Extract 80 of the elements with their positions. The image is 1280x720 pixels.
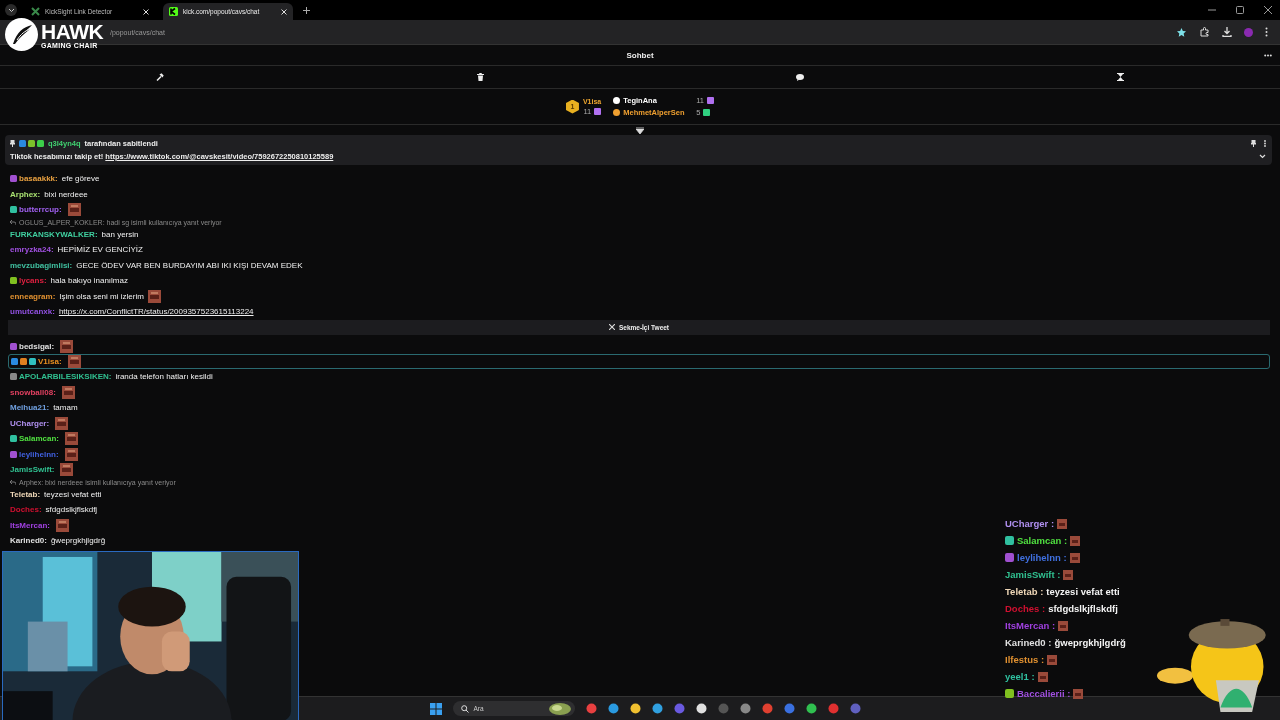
username[interactable]: ItsMercan: <box>10 520 50 530</box>
username: yeel1 : <box>1005 671 1035 682</box>
search-icon <box>460 704 469 713</box>
message-text: ğweprgkhjlgdrğ <box>1054 637 1126 648</box>
message-text: hala bakıyo inanılmaz <box>50 276 128 286</box>
username[interactable]: emryzka24: <box>10 245 54 255</box>
username[interactable]: bedsigal: <box>19 341 55 351</box>
message-text: bixi nerdeee <box>44 189 88 199</box>
username: leylihelnn : <box>1017 552 1067 563</box>
pin-icon <box>10 140 15 147</box>
username[interactable]: FURKANSKYWALKER: <box>10 229 98 239</box>
message-text: teyzesi vefat etti <box>44 489 102 499</box>
star-icon[interactable] <box>1177 27 1186 37</box>
x-logo-icon <box>608 324 615 330</box>
message-text: iranda telefon hatları kesildi <box>115 372 213 382</box>
menu-icon[interactable] <box>1265 27 1268 37</box>
username[interactable]: butterrcup: <box>19 205 62 215</box>
username: Salamcan : <box>1017 535 1068 546</box>
download-icon[interactable] <box>1222 27 1232 37</box>
username: ItsMercan : <box>1005 620 1056 631</box>
username: Karined0 : <box>1005 637 1052 648</box>
speech-bubble-icon[interactable] <box>796 73 804 81</box>
username[interactable]: Arphex: <box>10 189 41 199</box>
username[interactable]: UCharger: <box>10 418 50 428</box>
hammer-icon[interactable] <box>156 73 164 81</box>
username[interactable]: JamisSwift: <box>10 465 55 475</box>
app-icon[interactable] <box>629 703 641 714</box>
app-icon[interactable] <box>805 703 817 714</box>
cross-icon <box>31 7 40 16</box>
username[interactable]: Meihua21: <box>10 403 50 413</box>
link[interactable]: https://x.com/ConflictTR/status/2009357523615113224 <box>58 307 254 317</box>
username: UCharger : <box>1005 518 1055 529</box>
username: Ilfestus : <box>1005 654 1045 665</box>
message-text: sfdgdslkjflskdfj <box>1048 603 1118 614</box>
reply-icon <box>10 219 16 225</box>
message-text: Işim olsa seni mi izlerim <box>59 291 144 301</box>
message-text: ğweprgkhjlgdrğ <box>50 536 106 546</box>
more-icon[interactable] <box>1264 54 1272 57</box>
username[interactable]: mevzubagimlisi: <box>10 260 73 270</box>
message-text: HEPİMİZ EV GENCİYİZ <box>57 245 143 255</box>
username[interactable]: V1isa: <box>38 357 62 366</box>
username: Doches : <box>1005 603 1046 614</box>
message-text: efe göreve <box>61 174 100 184</box>
reply-icon <box>10 479 16 485</box>
username[interactable]: leylihelnn: <box>19 449 59 459</box>
new-tab-icon[interactable] <box>303 6 310 14</box>
k-logo-icon <box>169 7 178 16</box>
username: Baccalierii : <box>1017 688 1071 699</box>
username[interactable]: APOLARBILESIKSIKEN: <box>19 372 112 382</box>
chat-title: Sohbet <box>626 50 654 60</box>
pin-icon[interactable] <box>1251 140 1256 147</box>
message-text: sfdgdslkjflskdfj <box>45 505 98 515</box>
app-icon[interactable] <box>695 703 707 714</box>
username[interactable]: snowball08: <box>10 387 56 397</box>
message-text: tamam <box>53 403 78 413</box>
app-icon[interactable] <box>651 703 663 714</box>
hourglass-icon[interactable] <box>1116 73 1124 81</box>
chevron-down-icon[interactable] <box>636 126 644 134</box>
username[interactable]: enneagram: <box>10 291 56 301</box>
app-icon[interactable] <box>607 703 619 714</box>
username[interactable]: Doches: <box>10 505 42 515</box>
maximize-icon[interactable] <box>1236 6 1244 14</box>
username: JamisSwift : <box>1005 569 1061 580</box>
message-text: ban yersin <box>101 229 139 239</box>
username[interactable]: umutcanxk: <box>10 307 55 317</box>
username: Teletab : <box>1005 586 1044 597</box>
trash-icon[interactable] <box>476 73 484 81</box>
puzzle-icon[interactable] <box>1200 27 1210 37</box>
username[interactable]: Salamcan: <box>19 434 60 444</box>
chevron-down-icon[interactable] <box>1259 154 1266 159</box>
username[interactable]: Teletab: <box>10 489 41 499</box>
message-text: GECE ÖDEV VAR BEN BURDAYIM ABI IKI KIŞI DEVAM EDEK <box>76 260 303 270</box>
message-text: teyzesi vefat etti <box>1046 586 1120 597</box>
windows-icon[interactable] <box>429 702 442 715</box>
username[interactable]: lycans: <box>19 276 47 286</box>
tab-search-button[interactable] <box>5 4 17 16</box>
username[interactable]: Karined0: <box>10 536 47 546</box>
username[interactable]: basaakkk: <box>19 174 58 184</box>
caret-icon <box>7 7 15 13</box>
close-icon[interactable] <box>1264 6 1272 14</box>
